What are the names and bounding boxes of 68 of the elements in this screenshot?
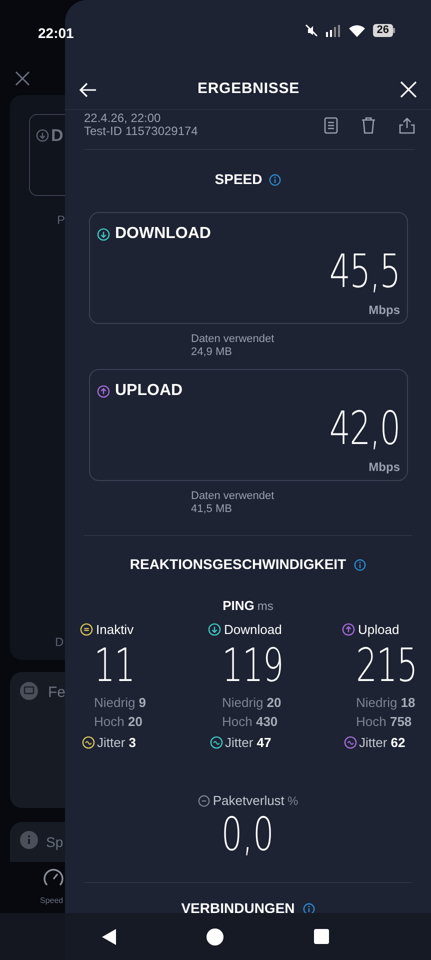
- info-icon[interactable]: [302, 902, 315, 913]
- back-icon[interactable]: [79, 82, 97, 98]
- section-title: SPEED: [214, 170, 262, 189]
- test-id-text: Test-ID 11573029174: [84, 125, 198, 138]
- low-text: Niedrig 9: [94, 694, 148, 712]
- page-title: ERGEBNISSE: [197, 79, 300, 100]
- high-text: Hoch 20: [94, 712, 144, 730]
- wave-icon: [82, 736, 95, 749]
- share-icon[interactable]: [399, 117, 415, 134]
- signal-icon: [326, 24, 341, 36]
- date-text: 22.4.26, 22:00: [84, 112, 162, 125]
- packet-loss-value: 0,0: [222, 808, 274, 860]
- section-title: REAKTIONSGESCHWINDIGKEIT: [130, 555, 346, 574]
- jitter-text: Jitter 47: [225, 734, 272, 752]
- ping-column-label: Download: [224, 621, 282, 639]
- wifi-icon: [348, 24, 365, 36]
- ping-label: PING: [222, 597, 254, 615]
- mute-icon: [304, 24, 318, 37]
- download-icon: [36, 129, 49, 142]
- unit-text: %: [287, 792, 298, 810]
- speed-label: UPLOAD: [115, 381, 183, 401]
- trash-icon[interactable]: [361, 117, 376, 134]
- wave-icon: [210, 736, 223, 749]
- ping-value: 215: [356, 640, 418, 690]
- jitter-text: Jitter 3: [97, 734, 136, 752]
- card-label: D: [51, 125, 64, 147]
- info-icon[interactable]: [269, 174, 282, 186]
- upload-icon: [97, 384, 110, 398]
- data-used-label: Daten verwendet: [191, 490, 274, 503]
- jitter-text: Jitter 62: [359, 734, 406, 752]
- low-text: Niedrig 20: [222, 694, 282, 712]
- unit-text: Mbps: [368, 459, 400, 476]
- chat-icon: [20, 682, 38, 700]
- ping-column-label: Inaktiv: [96, 621, 134, 639]
- gauge-icon[interactable]: [42, 867, 65, 888]
- battery-icon: 26: [372, 24, 395, 37]
- upload-icon: [342, 623, 355, 636]
- data-used-label: Daten verwendet: [191, 333, 274, 346]
- home-icon[interactable]: [206, 928, 224, 946]
- high-text: Hoch 430: [222, 712, 279, 730]
- section-title: VERBINDUNGEN: [181, 900, 295, 913]
- document-icon[interactable]: [324, 117, 338, 134]
- info-label: Sp: [46, 833, 64, 852]
- info-icon[interactable]: [354, 558, 366, 570]
- tab-label[interactable]: Speed: [40, 895, 64, 907]
- caption-text: D: [55, 634, 64, 651]
- ping-value: 11: [94, 640, 135, 690]
- data-used-value: 24,9 MB: [191, 346, 233, 359]
- minus-icon: [198, 794, 210, 807]
- packet-loss-label: Paketverlust: [212, 792, 284, 810]
- download-icon: [97, 228, 110, 240]
- wave-icon: [344, 736, 357, 749]
- unit-text: Mbps: [368, 302, 400, 319]
- unit-text: ms: [257, 598, 274, 615]
- back-icon[interactable]: [101, 928, 117, 946]
- feedback-label: Fe: [48, 683, 65, 703]
- speed-value: 45,5: [330, 245, 400, 297]
- download-icon: [208, 623, 221, 636]
- ping-column-label: Upload: [358, 621, 400, 639]
- speed-value: 42,0: [330, 402, 400, 454]
- ping-value: 119: [222, 640, 284, 690]
- clock-text: 22:01: [38, 24, 74, 43]
- caption-text: P: [57, 212, 65, 229]
- info-icon: [20, 831, 38, 849]
- speed-label: DOWNLOAD: [115, 224, 211, 244]
- high-text: Hoch 758: [356, 712, 413, 730]
- low-text: Niedrig 18: [356, 694, 416, 712]
- data-used-value: 41,5 MB: [191, 503, 233, 516]
